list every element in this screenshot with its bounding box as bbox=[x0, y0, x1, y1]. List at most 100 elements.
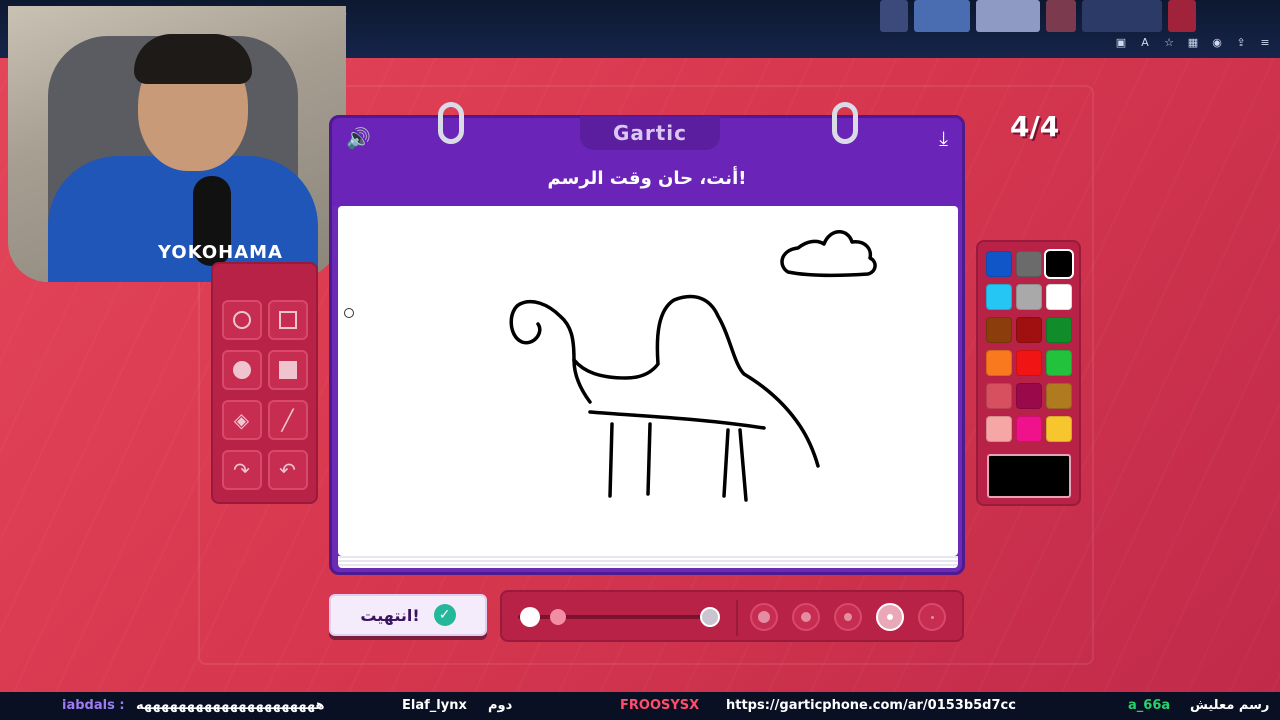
done-button-label: انتهيت! bbox=[360, 605, 420, 625]
thumbnail-3[interactable] bbox=[976, 0, 1040, 32]
line-tool[interactable]: ╱ bbox=[267, 400, 308, 440]
square-filled-icon bbox=[278, 361, 297, 379]
brush-size-option[interactable] bbox=[750, 603, 778, 631]
translate-icon[interactable]: A bbox=[1138, 36, 1152, 50]
color-swatch[interactable] bbox=[1045, 416, 1072, 442]
tools-panel: ◈ ╱ ↷ ↶ bbox=[211, 262, 318, 504]
camel-leg-1 bbox=[608, 422, 614, 498]
opacity-slider-track[interactable] bbox=[518, 615, 718, 619]
drawing-strokes bbox=[509, 230, 877, 502]
color-swatch[interactable] bbox=[985, 416, 1012, 442]
chat-user-3: FROOSYSX bbox=[620, 698, 700, 713]
cloud-stroke bbox=[780, 230, 877, 278]
color-swatch[interactable] bbox=[1015, 251, 1042, 277]
stream-chat-bar: iabdals : هههههههههههههههههههههه Elaf_ly… bbox=[0, 692, 1280, 720]
stroke-settings-bar bbox=[500, 590, 964, 642]
drawing-instruction: أنت، حان وقت الرسم! bbox=[547, 168, 747, 189]
star-icon[interactable]: ☆ bbox=[1162, 36, 1176, 50]
line-icon: ╱ bbox=[281, 408, 294, 432]
share-icon[interactable]: ⇪ bbox=[1234, 36, 1248, 50]
square-outline-icon bbox=[278, 311, 297, 329]
color-palette bbox=[976, 240, 1081, 506]
browser-thumbnails bbox=[880, 0, 1280, 34]
color-swatch[interactable] bbox=[1015, 383, 1042, 409]
filled-ellipse-tool[interactable] bbox=[221, 350, 262, 390]
sound-button[interactable]: 🔊 bbox=[346, 126, 371, 150]
settings-divider bbox=[736, 600, 738, 636]
download-button[interactable]: ⤓ bbox=[939, 126, 948, 150]
brush-size-dot-icon bbox=[930, 615, 934, 619]
chat-user-1: iabdals : bbox=[62, 698, 125, 713]
chat-message-2: دوم bbox=[488, 698, 513, 713]
brush-size-option[interactable] bbox=[792, 603, 820, 631]
binder-ring-right bbox=[832, 102, 858, 144]
undo-icon: ↶ bbox=[279, 458, 296, 482]
color-swatch[interactable] bbox=[1043, 249, 1074, 279]
brush-size-dot-icon bbox=[758, 611, 770, 623]
color-swatch[interactable] bbox=[985, 317, 1012, 343]
camel-leg-2 bbox=[646, 422, 652, 496]
redo-icon: ↷ bbox=[233, 458, 250, 482]
color-swatch[interactable] bbox=[985, 383, 1012, 409]
color-swatches bbox=[985, 249, 1074, 442]
fill-bucket-tool[interactable]: ◈ bbox=[221, 400, 262, 440]
color-swatch[interactable] bbox=[1045, 383, 1072, 409]
color-swatch[interactable] bbox=[1045, 284, 1072, 310]
redo-button[interactable]: ↷ bbox=[221, 450, 262, 490]
done-button[interactable]: انتهيت! ✓ bbox=[329, 594, 487, 636]
brush-cursor bbox=[344, 308, 354, 318]
color-swatch[interactable] bbox=[985, 284, 1012, 310]
camel-leg-4 bbox=[738, 428, 748, 502]
opacity-slider-handle[interactable] bbox=[550, 609, 566, 625]
brush-size-dot-icon bbox=[887, 614, 893, 620]
bucket-icon: ◈ bbox=[233, 408, 250, 432]
chat-user-2: Elaf_lynx bbox=[402, 698, 467, 713]
color-swatch[interactable] bbox=[1015, 317, 1042, 343]
webcam-hair bbox=[134, 34, 252, 84]
color-swatch[interactable] bbox=[1015, 284, 1042, 310]
webcam-shirt-text: YOKOHAMA bbox=[158, 242, 283, 263]
color-swatch[interactable] bbox=[1045, 317, 1072, 343]
circle-filled-icon bbox=[232, 361, 251, 379]
check-icon: ✓ bbox=[433, 604, 456, 626]
screenshot-icon[interactable]: ▣ bbox=[1114, 36, 1128, 50]
color-swatch[interactable] bbox=[985, 350, 1012, 376]
extension-icon[interactable]: ▦ bbox=[1186, 36, 1200, 50]
round-counter: 4/4 bbox=[1010, 110, 1060, 143]
browser-actions: ▣ A ☆ ▦ ◉ ⇪ ≡ bbox=[1114, 36, 1272, 50]
brush-size-option[interactable] bbox=[876, 603, 904, 631]
camel-leg-3 bbox=[722, 428, 730, 498]
brush-size-option[interactable] bbox=[834, 603, 862, 631]
brush-size-dot-icon bbox=[844, 613, 852, 621]
color-swatch[interactable] bbox=[1045, 350, 1072, 376]
circle-outline-icon bbox=[232, 311, 251, 329]
opacity-min-indicator bbox=[520, 607, 540, 627]
drawing-canvas[interactable] bbox=[338, 206, 958, 556]
thumbnail-5[interactable] bbox=[1082, 0, 1162, 32]
gartic-logo: Gartic bbox=[580, 116, 720, 150]
rectangle-tool[interactable] bbox=[267, 300, 308, 340]
thumbnail-6[interactable] bbox=[1168, 0, 1196, 32]
current-color-preview bbox=[986, 454, 1071, 498]
binder-ring-left bbox=[438, 102, 464, 144]
opacity-max-indicator bbox=[700, 607, 720, 627]
camel-belly-stroke bbox=[588, 410, 766, 430]
ellipse-tool[interactable] bbox=[221, 300, 262, 340]
thumbnail-1[interactable] bbox=[880, 0, 908, 32]
color-swatch[interactable] bbox=[1015, 350, 1042, 376]
thumbnail-2[interactable] bbox=[914, 0, 970, 32]
profile-icon[interactable]: ◉ bbox=[1210, 36, 1224, 50]
game-url: https://garticphone.com/ar/0153b5d7cc bbox=[726, 698, 1016, 713]
brush-size-option[interactable] bbox=[918, 603, 946, 631]
speaker-icon: 🔊 bbox=[346, 126, 371, 150]
filled-rectangle-tool[interactable] bbox=[267, 350, 308, 390]
brush-size-dot-icon bbox=[801, 612, 811, 622]
drawing-panel: Gartic 🔊 ⤓ أنت، حان وقت الرسم! bbox=[329, 102, 965, 575]
undo-button[interactable]: ↶ bbox=[267, 450, 308, 490]
color-swatch[interactable] bbox=[1015, 416, 1042, 442]
webcam-overlay: YOKOHAMA bbox=[8, 6, 346, 282]
thumbnail-4[interactable] bbox=[1046, 0, 1076, 32]
menu-icon[interactable]: ≡ bbox=[1258, 36, 1272, 50]
color-swatch[interactable] bbox=[985, 251, 1012, 277]
camel-head-stroke bbox=[509, 299, 592, 404]
